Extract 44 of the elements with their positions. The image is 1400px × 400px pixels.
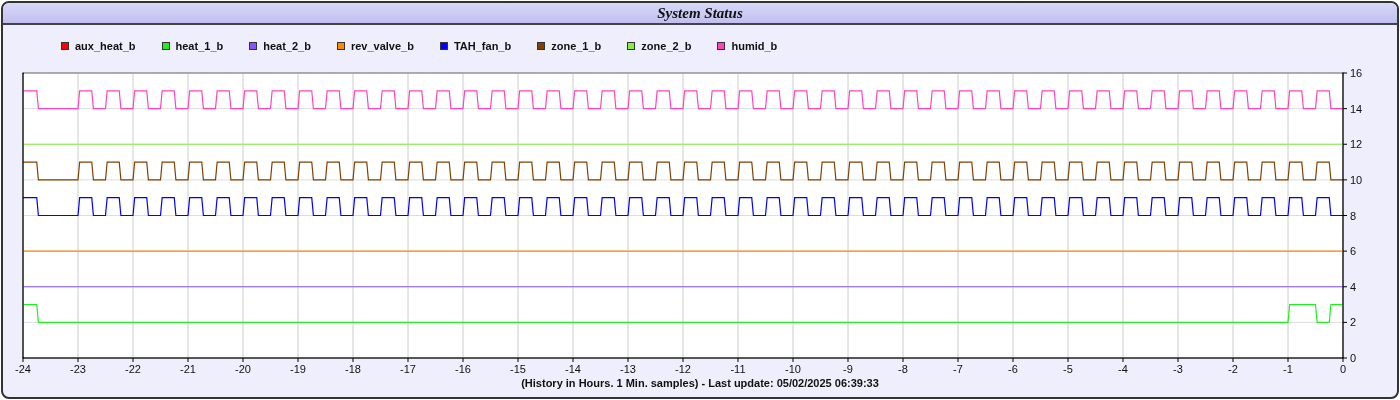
legend-label: heat_1_b [175, 38, 224, 54]
x-tick-label: -10 [785, 363, 801, 375]
x-tick-label: -22 [125, 363, 141, 375]
y-tick-label: 4 [1350, 280, 1357, 293]
legend-label: humid_b [731, 38, 778, 54]
x-tick-label: -17 [400, 363, 416, 375]
legend-label: TAH_fan_b [453, 38, 512, 54]
x-tick-label: -4 [1118, 363, 1128, 375]
x-tick-label: -19 [290, 363, 306, 375]
x-tick-label: -6 [1008, 363, 1018, 375]
x-tick-label: -14 [565, 363, 581, 375]
y-tick-label: 12 [1350, 138, 1363, 151]
x-tick-label: -9 [843, 363, 853, 375]
y-tick-label: 10 [1350, 173, 1363, 186]
x-tick-label: -8 [898, 363, 908, 375]
x-tick-label: -12 [675, 363, 691, 375]
x-tick-label: -16 [455, 363, 471, 375]
x-tick-label: -23 [70, 363, 86, 375]
legend-label: aux_heat_b [75, 38, 136, 54]
x-tick-label: -1 [1283, 363, 1293, 375]
y-tick-label: 0 [1350, 352, 1357, 364]
y-tick-label: 6 [1350, 245, 1357, 258]
x-tick-label: -5 [1063, 363, 1073, 375]
y-tick-label: 2 [1350, 316, 1357, 329]
x-tick-label: -3 [1173, 363, 1183, 375]
legend-label: zone_1_b [551, 38, 602, 54]
x-tick-label: -20 [235, 363, 251, 375]
x-tick-label: -15 [510, 363, 526, 375]
x-tick-label: -2 [1228, 363, 1238, 375]
y-tick-label: 16 [1350, 67, 1363, 79]
legend-label: rev_valve_b [350, 38, 414, 54]
x-tick-label: -21 [180, 363, 196, 375]
x-tick-label: -18 [345, 363, 361, 375]
x-tick-label: 0 [1339, 363, 1347, 375]
x-tick-label: -7 [953, 363, 963, 375]
x-tick-label: -13 [620, 363, 636, 375]
legend-label: zone_2_b [641, 38, 692, 54]
x-tick-label: -11 [730, 363, 746, 375]
x-axis-caption: (History in Hours. 1 Min. samples) - Last update: 05/02/2025 06:39:33 [520, 376, 880, 391]
panel-title: System Status [3, 3, 1397, 25]
x-tick-label: -24 [15, 363, 31, 375]
y-tick-label: 8 [1350, 209, 1357, 222]
legend-label: heat_2_b [263, 38, 311, 54]
y-tick-label: 14 [1350, 102, 1363, 115]
